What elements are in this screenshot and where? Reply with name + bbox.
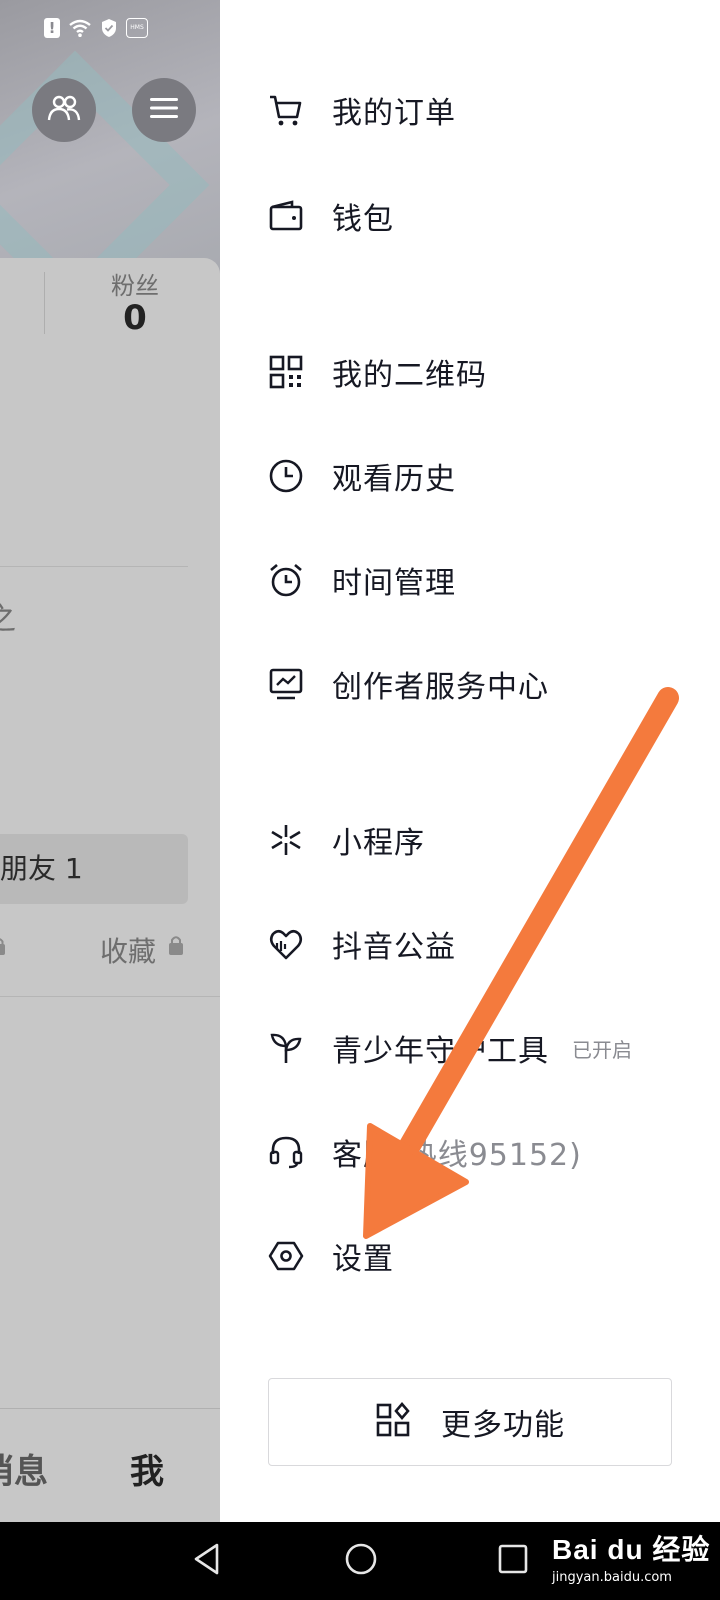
menu-item-label: 抖音公益 [332,930,456,965]
divider [0,1408,220,1409]
profile-header: ! HMS [0,0,220,320]
menu-item-label: 小程序 [332,826,425,861]
divider [0,566,188,567]
menu-item-wallet[interactable]: 钱包 [220,176,720,256]
home-circle-icon [344,1542,378,1580]
watermark-brand: Bai du 经验 [552,1534,711,1565]
status-badge: 已开启 [572,1037,632,1062]
lock-icon [0,936,6,962]
system-nav-bar: Bai du 经验 jingyan.baidu.com [0,1522,720,1600]
cart-icon [266,90,306,130]
stat-divider [44,272,45,334]
menu-item-label: 客服(热线95152) [332,1130,582,1174]
recent-apps-button[interactable] [488,1536,538,1586]
customer-service-label: 客服 [332,1138,394,1173]
heart-icon [266,924,306,964]
partial-text: 之 [0,602,16,637]
messages-tab[interactable]: 消息 [0,1444,48,1493]
more-features-button[interactable]: 更多功能 [268,1378,672,1466]
hamburger-icon [149,96,179,124]
menu-item-customer-service[interactable]: 客服(热线95152) [220,1112,720,1192]
menu-item-label: 钱包 [332,202,394,237]
recent-square-icon [497,1543,529,1579]
hotline-text: (热线95152) [394,1138,582,1173]
menu-item-qr-code[interactable]: 我的二维码 [220,332,720,412]
grid-icon [375,1402,411,1442]
menu-item-label: 观看历史 [332,462,456,497]
qr-code-icon [266,352,306,392]
more-features-label: 更多功能 [441,1408,565,1443]
menu-item-label: 青少年守护工具 [332,1034,549,1069]
alarm-clock-icon [266,560,306,600]
wifi-icon [68,18,92,38]
menu-item-label: 创作者服务中心 [332,670,549,705]
menu-item-history[interactable]: 观看历史 [220,436,720,516]
menu-item-settings[interactable]: 设置 [220,1216,720,1296]
mini-program-icon [266,820,306,860]
menu-item-time-management[interactable]: 时间管理 [220,540,720,620]
menu-button[interactable] [132,78,196,142]
lock-icon [168,934,184,962]
friends-icon [47,94,81,126]
settings-hexagon-icon [266,1236,306,1276]
status-bar-icons: ! HMS [44,18,148,38]
menu-item-label: 我的订单 [332,96,456,131]
friends-button[interactable] [32,78,96,142]
menu-item-creator-center[interactable]: 创作者服务中心 [220,644,720,724]
back-button[interactable] [182,1536,232,1586]
menu-item-charity[interactable]: 抖音公益 [220,904,720,984]
menu-item-mini-programs[interactable]: 小程序 [220,800,720,880]
me-tab[interactable]: 我 [130,1444,164,1493]
side-drawer: 我的订单 钱包 我的二维码 观看历史 时间管理 创作者服务中心 小程序 抖音公益… [220,0,720,1522]
hms-icon: HMS [126,18,148,38]
menu-item-label: 设置 [332,1242,394,1277]
divider [0,996,220,997]
monitor-chart-icon [266,664,306,704]
profile-page-dimmed[interactable]: ! HMS 粉丝 0 之 朋友 1 收藏 息 我 [0,0,220,1522]
menu-item-label: 我的二维码 [332,358,487,393]
alert-icon: ! [44,18,60,38]
wallet-icon [266,196,306,236]
shield-icon [100,18,118,38]
profile-card: 粉丝 0 之 朋友 1 收藏 消息 我 [0,258,220,1522]
friends-chip[interactable]: 朋友 1 [0,834,188,904]
sprout-icon [266,1028,306,1068]
menu-item-label: 时间管理 [332,566,456,601]
followers-label[interactable]: 粉丝 [100,266,170,301]
followers-count[interactable]: 0 [100,298,170,338]
clock-icon [266,456,306,496]
headset-icon [266,1132,306,1172]
favorites-tab[interactable]: 收藏 [100,930,156,970]
menu-item-orders[interactable]: 我的订单 [220,70,720,150]
baidu-watermark: Bai du 经验 jingyan.baidu.com [552,1528,710,1585]
menu-item-youth-protection[interactable]: 青少年守护工具 已开启 [220,1008,720,1088]
back-triangle-icon [191,1542,223,1580]
watermark-url: jingyan.baidu.com [552,1570,672,1585]
home-button[interactable] [336,1536,386,1586]
